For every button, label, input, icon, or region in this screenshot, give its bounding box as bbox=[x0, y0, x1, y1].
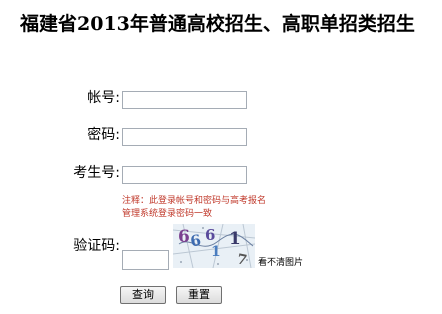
login-notice: 注释：此登录帐号和密码与高考报名 管理系统登录密码一致 bbox=[122, 195, 322, 221]
password-label: 密码: bbox=[87, 127, 120, 143]
exam-number-label: 考生号: bbox=[73, 165, 120, 181]
captcha-char-2: 6 bbox=[189, 231, 202, 251]
captcha-label: 验证码: bbox=[73, 238, 120, 254]
account-input[interactable] bbox=[122, 91, 247, 109]
exam-number-input[interactable] bbox=[122, 166, 247, 184]
captcha-image[interactable]: 6 6 6 1 1 7 bbox=[173, 224, 255, 268]
captcha-input[interactable] bbox=[122, 250, 169, 270]
page-title: 福建省2013年普通高校招生、高职单招类招生 bbox=[20, 13, 415, 35]
captcha-char-6: 7 bbox=[235, 251, 248, 268]
reset-button[interactable]: 重置 bbox=[176, 286, 222, 304]
captcha-graphic: 6 6 6 1 1 7 bbox=[173, 224, 255, 268]
captcha-char-4: 1 bbox=[211, 244, 221, 260]
captcha-char-3: 6 bbox=[205, 226, 215, 244]
captcha-refresh-link[interactable]: 看不清图片 bbox=[258, 257, 303, 269]
account-label: 帐号: bbox=[87, 90, 120, 106]
captcha-char-5: 1 bbox=[229, 229, 241, 249]
password-input[interactable] bbox=[122, 128, 247, 146]
notice-line-2: 管理系统登录密码一致 bbox=[122, 209, 213, 219]
notice-line-1: 注释：此登录帐号和密码与高考报名 bbox=[122, 196, 267, 206]
query-button[interactable]: 查询 bbox=[120, 286, 166, 304]
captcha-char-1: 6 bbox=[178, 227, 190, 247]
